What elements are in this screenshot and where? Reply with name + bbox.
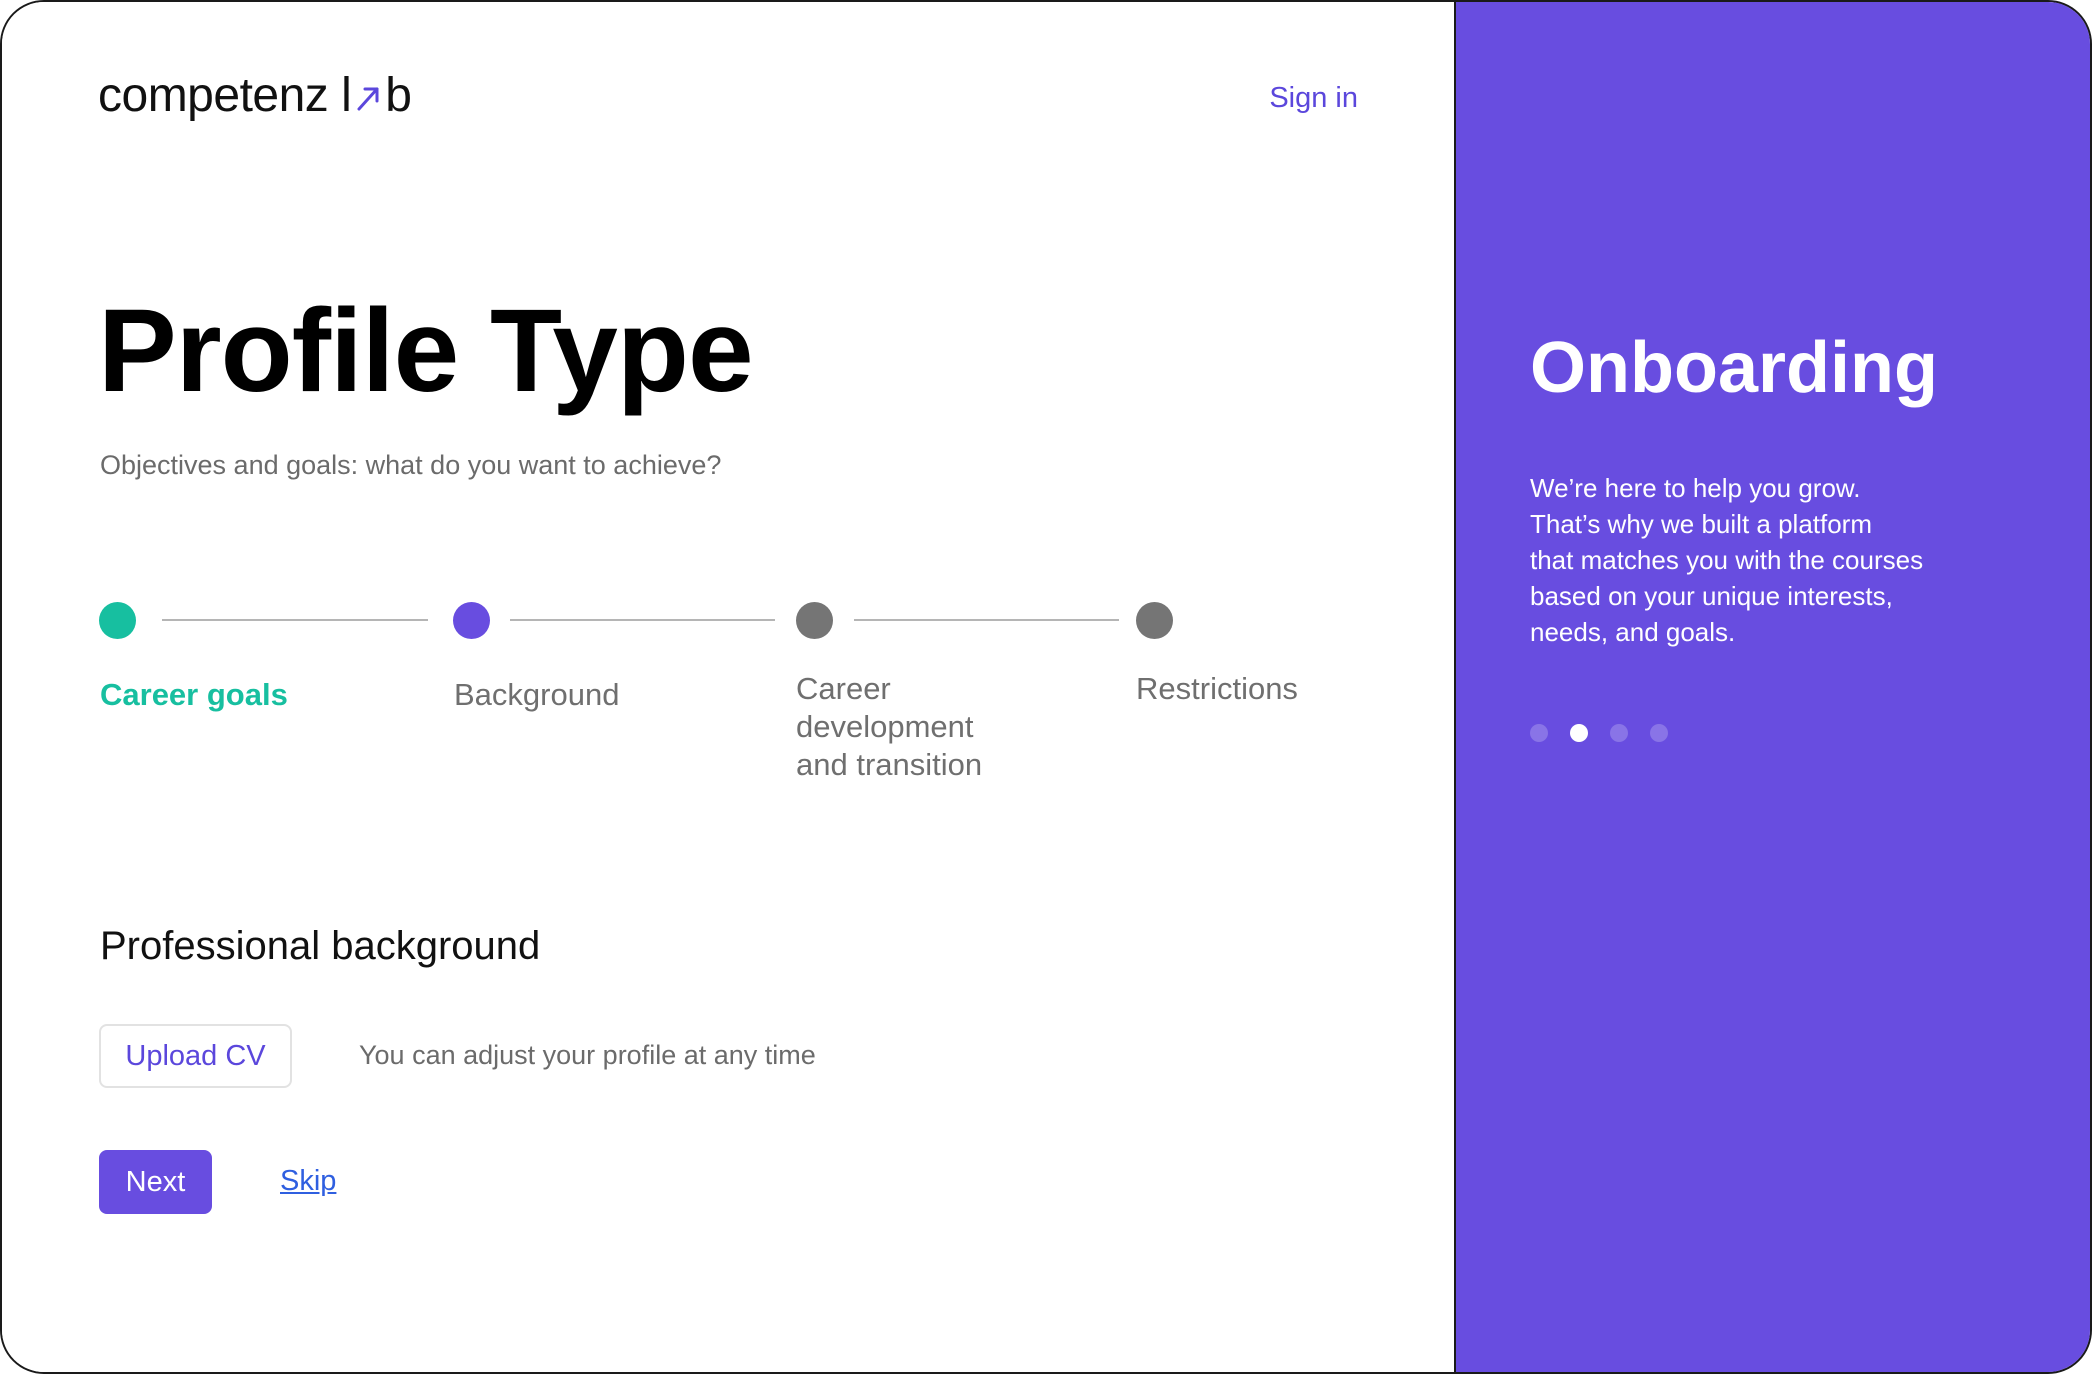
onboarding-description: We’re here to help you grow. That’s why … — [1530, 470, 2010, 650]
section-title: Professional background — [100, 924, 541, 968]
page-title: Profile Type — [98, 285, 754, 417]
next-button[interactable]: Next — [99, 1150, 212, 1214]
upload-cv-button[interactable]: Upload CV — [99, 1024, 292, 1088]
step-dot-career-goals[interactable] — [99, 602, 136, 639]
step-dot-restrictions[interactable] — [1136, 602, 1173, 639]
carousel-dot-active[interactable] — [1570, 724, 1588, 742]
step-label-career-goals[interactable]: Career goals — [100, 676, 288, 714]
step-label-background[interactable]: Background — [454, 676, 619, 714]
step-label-line: Career — [796, 671, 891, 706]
onboarding-line: needs, and goals. — [1530, 617, 1736, 647]
step-label-line: and transition — [796, 747, 983, 782]
logo-text-start: competenz l — [98, 69, 352, 122]
step-label-line: development — [796, 709, 974, 744]
onboarding-line: That’s why we built a platform — [1530, 509, 1872, 539]
brand-logo[interactable]: competenz l b — [98, 68, 412, 123]
step-connector — [854, 619, 1119, 621]
step-label-career-development[interactable]: Career development and transition — [796, 670, 982, 784]
profile-hint: You can adjust your profile at any time — [359, 1040, 816, 1070]
main-panel: competenz l b Sign in Profile Type Objec… — [2, 2, 1454, 1372]
skip-link[interactable]: Skip — [280, 1165, 336, 1198]
onboarding-line: We’re here to help you grow. — [1530, 473, 1861, 503]
onboarding-title: Onboarding — [1530, 328, 1938, 408]
step-dot-career-development[interactable] — [796, 602, 833, 639]
onboarding-line: based on your unique interests, — [1530, 581, 1893, 611]
step-connector — [162, 619, 428, 621]
logo-arrow-icon — [355, 79, 383, 113]
step-connector — [510, 619, 775, 621]
carousel-dot[interactable] — [1530, 724, 1548, 742]
onboarding-panel: Onboarding We’re here to help you grow. … — [1454, 2, 2090, 1372]
sign-in-link[interactable]: Sign in — [1269, 82, 1358, 115]
step-label-restrictions[interactable]: Restrictions — [1136, 670, 1298, 708]
logo-text-end: b — [385, 69, 412, 122]
step-dot-background[interactable] — [453, 602, 490, 639]
app-window: competenz l b Sign in Profile Type Objec… — [0, 0, 2092, 1374]
carousel-dot[interactable] — [1650, 724, 1668, 742]
carousel-dot[interactable] — [1610, 724, 1628, 742]
page-subtitle: Objectives and goals: what do you want t… — [100, 450, 722, 480]
onboarding-line: that matches you with the courses — [1530, 545, 1924, 575]
